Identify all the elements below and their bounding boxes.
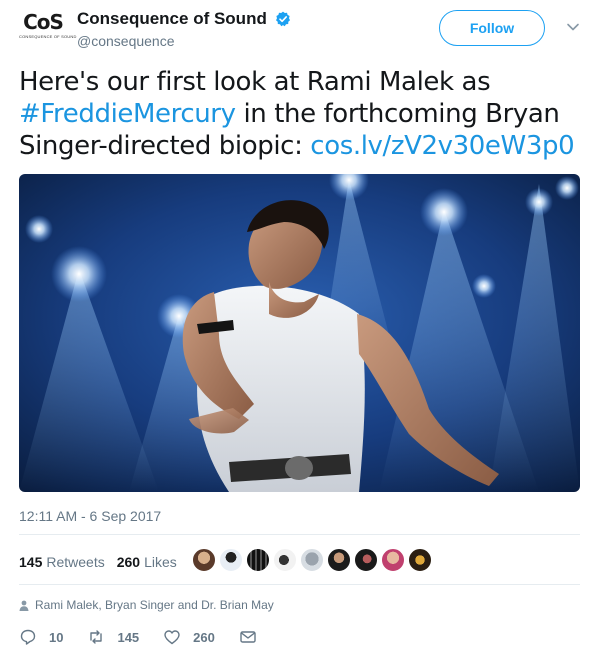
divider: [19, 534, 580, 535]
like-count: 260: [193, 629, 215, 645]
logo-mark: CoS: [23, 10, 64, 34]
account-avatar-logo[interactable]: CoS CONSEQUENCE OF SOUND: [19, 10, 77, 48]
retweets-label: Retweets: [46, 554, 105, 570]
retweets-count: 145: [19, 554, 43, 570]
retweet-button[interactable]: 145: [87, 628, 139, 646]
mentioned-people[interactable]: Rami Malek, Bryan Singer and Dr. Brian M…: [19, 598, 274, 612]
liker-avatar[interactable]: [327, 548, 351, 572]
person-icon: [19, 600, 29, 611]
url-link[interactable]: cos.lv/zV2v30eW3p0: [310, 131, 574, 161]
liker-avatar[interactable]: [354, 548, 378, 572]
verified-badge-icon: [276, 11, 291, 27]
retweet-icon: [90, 630, 103, 644]
envelope-icon: [240, 631, 256, 643]
liker-avatar[interactable]: [408, 548, 432, 572]
liker-avatar[interactable]: [219, 548, 243, 572]
reply-icon: [20, 629, 36, 645]
tweet-timestamp[interactable]: 12:11 AM - 6 Sep 2017: [19, 508, 161, 524]
display-name[interactable]: Consequence of Sound: [77, 8, 267, 30]
tweet-text: Here's our first look at Rami Malek as #…: [19, 66, 589, 162]
engagement-stats: 145 Retweets 260 Likes: [19, 548, 189, 576]
tweet-actions: 10 145 260: [19, 626, 293, 648]
handle[interactable]: @consequence: [77, 31, 291, 51]
retweet-count: 145: [117, 629, 140, 645]
tweet-header: CoS CONSEQUENCE OF SOUND Consequence of …: [19, 6, 589, 52]
reply-count: 10: [49, 629, 64, 645]
follow-button[interactable]: Follow: [439, 10, 545, 46]
reply-button[interactable]: 10: [19, 628, 63, 646]
tweet-photo[interactable]: [19, 174, 580, 492]
liker-avatar[interactable]: [300, 548, 324, 572]
photo-illustration: [19, 174, 580, 492]
chevron-down-icon[interactable]: [564, 18, 582, 36]
liker-avatars: [192, 548, 435, 572]
heart-icon: [164, 630, 180, 645]
likes-stat[interactable]: 260 Likes: [117, 554, 177, 570]
likes-count: 260: [116, 554, 141, 570]
hashtag-link[interactable]: #FreddieMercury: [19, 99, 236, 129]
liker-avatar[interactable]: [192, 548, 216, 572]
divider: [19, 584, 580, 585]
direct-message-button[interactable]: [239, 628, 269, 646]
liker-avatar[interactable]: [246, 548, 270, 572]
liker-avatar[interactable]: [273, 548, 297, 572]
user-info[interactable]: Consequence of Sound @consequence: [77, 8, 291, 51]
liker-avatar[interactable]: [381, 548, 405, 572]
mentioned-people-text: Rami Malek, Bryan Singer and Dr. Brian M…: [35, 598, 274, 612]
retweets-stat[interactable]: 145 Retweets: [19, 554, 105, 570]
like-button[interactable]: 260: [163, 628, 215, 646]
logo-subtitle: CONSEQUENCE OF SOUND: [19, 34, 77, 39]
tweet-text-part: Here's our first look at Rami Malek as: [19, 67, 491, 97]
likes-label: Likes: [144, 554, 177, 570]
